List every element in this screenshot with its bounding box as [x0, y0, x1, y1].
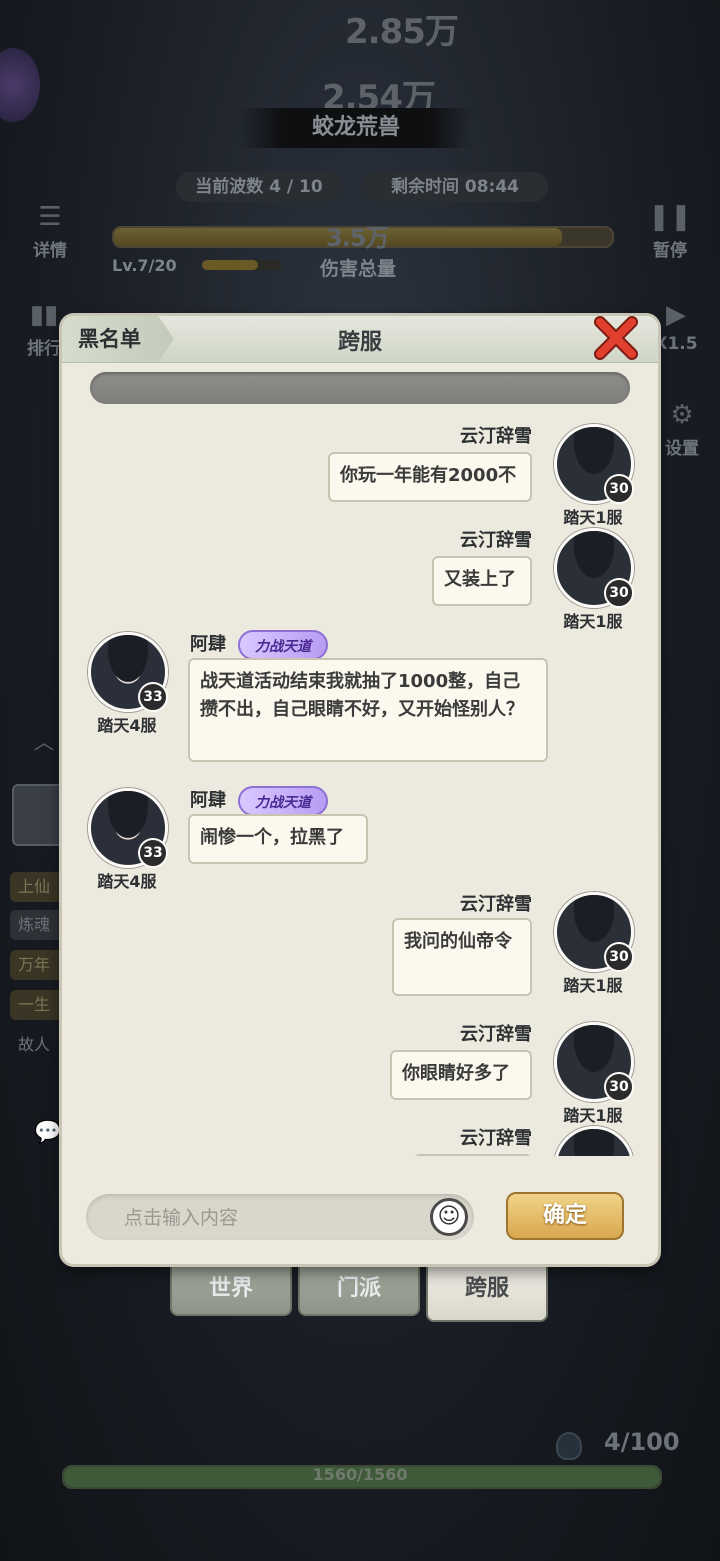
- message-list[interactable]: 云汀辞雪 你玩一年能有2000不 30 踏天1服 云汀辞雪 又装上了 30 踏天…: [62, 416, 658, 1156]
- message-row: 云汀辞雪: [62, 1118, 658, 1156]
- wave-counter: 当前波数 4 / 10: [176, 172, 342, 202]
- sender-name: 云汀辞雪: [460, 1024, 532, 1045]
- rank-label: 排行: [27, 339, 61, 359]
- hp-text: 1560/1560: [312, 1465, 408, 1484]
- sender-name: 阿肆: [190, 790, 226, 811]
- emoji-icon: ☺: [437, 1204, 461, 1229]
- message-row: 33 踏天4服 阿肆 力战天道 战天道活动结束我就抽了1000整，自己攒不出，自…: [62, 628, 658, 778]
- title-badge: 力战天道: [238, 786, 328, 816]
- message-row: 云汀辞雪 你眼睛好多了 30 踏天1服: [62, 1014, 658, 1125]
- message-row: 云汀辞雪 我问的仙帝令 30 踏天1服: [62, 884, 658, 1004]
- chat-modal: 黑名单 跨服 云汀辞雪 你玩一年能有2000不 30 踏天1服 云汀辞雪 又装上…: [62, 316, 658, 1264]
- server-label: 踏天1服: [563, 976, 623, 995]
- message-bubble[interactable]: 闹惨一个，拉黑了: [188, 814, 368, 864]
- level-badge: 30: [604, 1072, 634, 1102]
- notice-bar: [90, 372, 630, 404]
- message-bubble[interactable]: [414, 1154, 532, 1156]
- shield-icon: [556, 1432, 582, 1460]
- damage-value: 3.5万: [326, 224, 390, 252]
- level-badge: 30: [604, 578, 634, 608]
- level-progress-bar: [202, 260, 282, 270]
- sender-name: 云汀辞雪: [460, 426, 532, 447]
- level-badge: 30: [604, 474, 634, 504]
- gear-icon: ⚙: [670, 400, 694, 430]
- message-bubble[interactable]: 又装上了: [432, 556, 532, 606]
- settings-label: 设置: [665, 439, 699, 459]
- level-badge: 30: [604, 942, 634, 972]
- chat-icon[interactable]: 💬: [34, 1120, 61, 1145]
- side-tag-4[interactable]: 一生: [10, 990, 70, 1020]
- title-badge: 力战天道: [238, 630, 328, 660]
- remaining-time: 剩余时间 08:44: [362, 172, 548, 202]
- pause-button[interactable]: ❚❚ 暂停: [640, 202, 700, 261]
- list-icon: ☰: [38, 202, 62, 232]
- level-text: Lv.7/20: [112, 256, 177, 275]
- settings-button[interactable]: ⚙ 设置: [652, 400, 712, 459]
- side-tag-3[interactable]: 万年: [10, 950, 70, 980]
- sender-name: 阿肆: [190, 634, 226, 655]
- avatar[interactable]: [554, 1126, 634, 1156]
- damage-total-label: 伤害总量: [320, 258, 397, 280]
- message-bubble[interactable]: 你眼睛好多了: [390, 1050, 532, 1100]
- sender-name: 云汀辞雪: [460, 1128, 532, 1149]
- message-bubble[interactable]: 战天道活动结束我就抽了1000整，自己攒不出，自己眼睛不好，又开始怪别人？: [188, 658, 548, 762]
- server-label: 踏天4服: [97, 716, 157, 735]
- confirm-button[interactable]: 确定: [506, 1192, 624, 1240]
- boss-name: 蛟龙荒兽: [240, 108, 472, 148]
- orb-icon[interactable]: [0, 48, 40, 122]
- message-bubble[interactable]: 你玩一年能有2000不: [328, 452, 532, 502]
- unit-count: 4/100: [604, 1428, 680, 1456]
- sender-name: 云汀辞雪: [460, 894, 532, 915]
- message-input-wrapper: [86, 1194, 474, 1242]
- message-row: 云汀辞雪 你玩一年能有2000不 30 踏天1服: [62, 416, 658, 527]
- chevron-up-icon[interactable]: ︿: [34, 726, 54, 755]
- message-bubble[interactable]: 我问的仙帝令: [392, 918, 532, 996]
- details-button[interactable]: ☰ 详情: [20, 202, 80, 261]
- level-badge: 33: [138, 682, 168, 712]
- message-row: 云汀辞雪 又装上了 30 踏天1服: [62, 520, 658, 631]
- pause-icon: ❚❚: [648, 202, 692, 232]
- details-label: 详情: [33, 241, 67, 261]
- side-tag-5[interactable]: 故人: [10, 1030, 70, 1060]
- score-top: 2.85万: [345, 12, 459, 52]
- emoji-button[interactable]: ☺: [430, 1198, 468, 1236]
- pause-label: 暂停: [653, 241, 687, 261]
- tab-sect[interactable]: 门派: [298, 1266, 420, 1316]
- side-tag-1[interactable]: 上仙: [10, 872, 70, 902]
- tab-cross-server[interactable]: 跨服: [426, 1266, 548, 1322]
- modal-title: 跨服: [337, 330, 382, 355]
- message-input[interactable]: [86, 1194, 456, 1242]
- close-icon: [594, 316, 638, 360]
- level-badge: 33: [138, 838, 168, 868]
- close-button[interactable]: [590, 316, 642, 364]
- speed-label: X1.5: [654, 334, 698, 354]
- sender-name: 云汀辞雪: [460, 530, 532, 551]
- tab-world[interactable]: 世界: [170, 1266, 292, 1316]
- message-row: 33 踏天4服 阿肆 力战天道 闹惨一个，拉黑了: [62, 784, 658, 894]
- character-portrait[interactable]: [12, 784, 68, 846]
- side-tag-2[interactable]: 炼魂: [10, 910, 70, 940]
- level-progress-fill: [202, 260, 258, 270]
